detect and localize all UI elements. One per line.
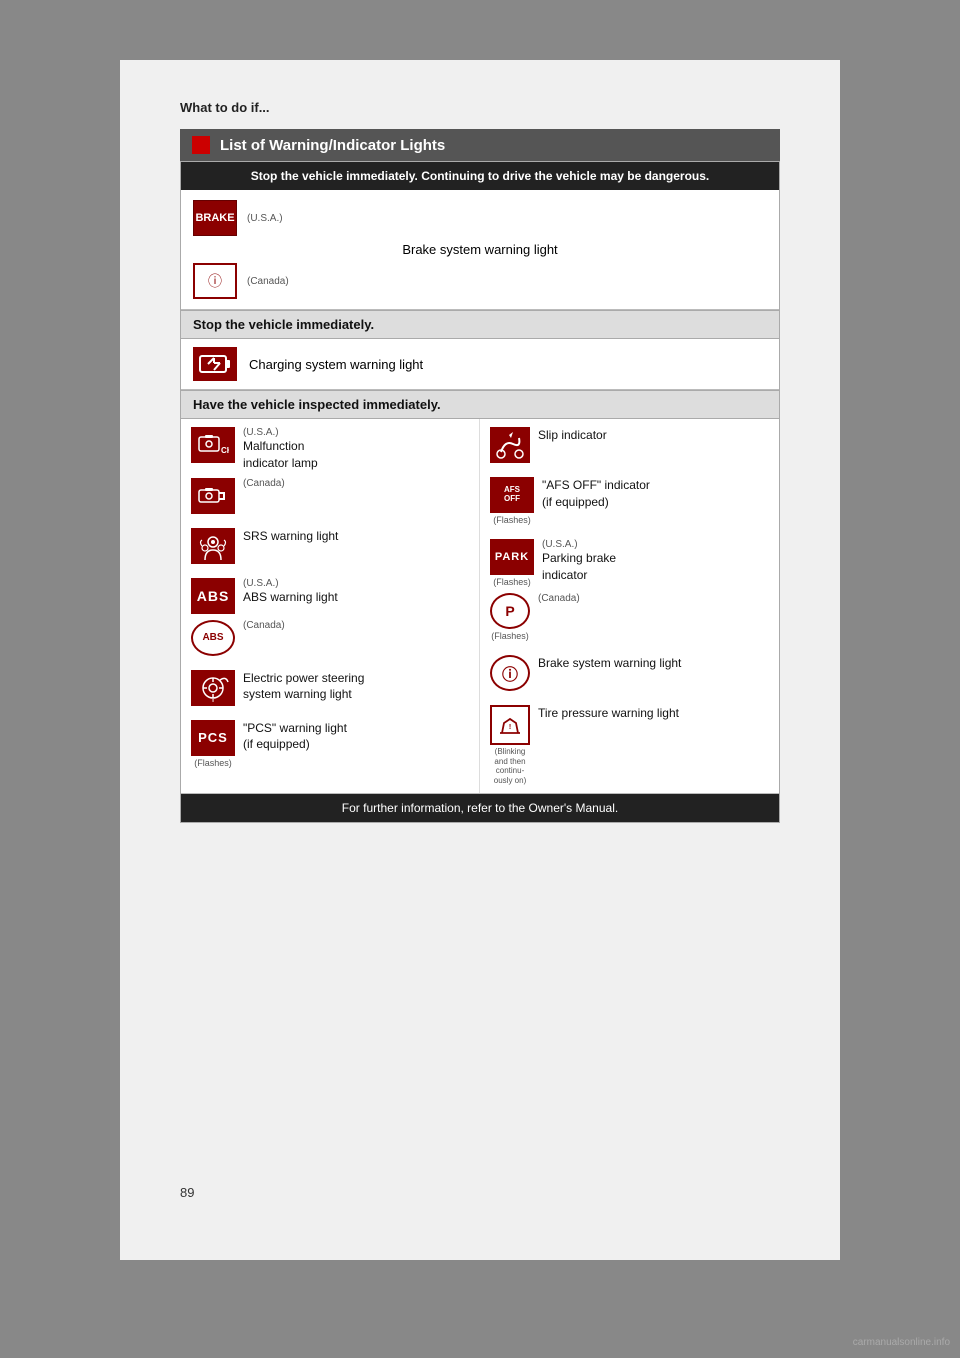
pcs-icon-wrapper: PCS (Flashes) <box>191 720 235 768</box>
park-canada-label: (Canada) <box>538 593 580 604</box>
brake-warn-item: ⓘ Brake system warning light <box>490 655 769 691</box>
brake-canada-label: (Canada) <box>247 276 289 287</box>
brake-canada-row: ⓘ (Canada) <box>193 263 767 299</box>
park-canada-flashes: (Flashes) <box>491 631 529 641</box>
section-label: What to do if... <box>180 100 780 115</box>
afs-icon: AFS OFF <box>490 477 534 513</box>
inspect-right: Slip indicator AFS OFF (Flashes) "AFS OF… <box>480 419 779 793</box>
park-usa-label: (U.S.A.) <box>542 539 616 550</box>
section-header: List of Warning/Indicator Lights <box>180 129 780 161</box>
srs-item: SRS warning light <box>191 528 469 564</box>
brake-usa-label: (U.S.A.) <box>247 213 283 224</box>
brake-warn-label: Brake system warning light <box>538 655 681 672</box>
footer-bar: For further information, refer to the Ow… <box>181 794 779 822</box>
brake-canada-icon: ⓘ <box>193 263 237 299</box>
section-title: List of Warning/Indicator Lights <box>220 137 445 154</box>
afs-flashes: (Flashes) <box>493 515 531 525</box>
tire-sublabel: (Blinking and then continu- ously on) <box>494 747 526 785</box>
brake-usa-row: BRAKE (U.S.A.) <box>193 200 767 236</box>
park-label: Parking brake indicator <box>542 550 616 584</box>
park-canada-wrapper: P (Flashes) <box>490 593 530 641</box>
charging-row: Charging system warning light <box>181 339 779 390</box>
red-box-icon <box>192 136 210 154</box>
charging-icon <box>193 347 237 381</box>
watermark: carmanualsonline.info <box>853 1337 950 1348</box>
danger-notice: Stop the vehicle immediately. Continuing… <box>181 162 779 190</box>
park-usa-wrapper: PARK (Flashes) <box>490 539 534 587</box>
park-canada-icon: P <box>490 593 530 629</box>
brake-usa-icon: BRAKE <box>193 200 237 236</box>
inspect-left: CHECK (U.S.A.) Malfunction indicator lam… <box>181 419 480 793</box>
abs-item: ABS (U.S.A.) ABS warning light ABS (Cana… <box>191 578 469 656</box>
afs-icon-wrapper: AFS OFF (Flashes) <box>490 477 534 525</box>
malfunction-item: CHECK (U.S.A.) Malfunction indicator lam… <box>191 427 469 514</box>
srs-icon <box>191 528 235 564</box>
page-number: 89 <box>180 1185 194 1200</box>
malfunction-text: Malfunction indicator lamp <box>243 438 318 472</box>
malfunction-canada-label: (Canada) <box>243 478 285 489</box>
check-engine-icon: CHECK <box>191 427 235 463</box>
afs-label: "AFS OFF" indicator (if equipped) <box>542 477 650 511</box>
slip-item: Slip indicator <box>490 427 769 463</box>
inspect-heading: Have the vehicle inspected immediately. <box>181 390 779 419</box>
park-item: PARK (Flashes) (U.S.A.) Parking brake in… <box>490 539 769 641</box>
slip-label: Slip indicator <box>538 427 607 444</box>
pcs-label: "PCS" warning light (if equipped) <box>243 720 347 754</box>
pcs-icon: PCS <box>191 720 235 756</box>
svg-text:!: ! <box>509 724 511 731</box>
svg-text:!: ! <box>212 699 214 702</box>
park-usa-icon: PARK <box>490 539 534 575</box>
engine-canada-icon <box>191 478 235 514</box>
slip-icon <box>490 427 530 463</box>
afs-item: AFS OFF (Flashes) "AFS OFF" indicator (i… <box>490 477 769 525</box>
stop-immediate-heading: Stop the vehicle immediately. <box>181 310 779 339</box>
abs-usa-label: (U.S.A.) <box>243 578 338 589</box>
charging-label: Charging system warning light <box>249 357 423 372</box>
tire-icon-wrapper: ! (Blinking and then continu- ously on) <box>490 705 530 785</box>
svg-text:CHECK: CHECK <box>221 446 229 455</box>
page: What to do if... List of Warning/Indicat… <box>120 60 840 1260</box>
park-flashes: (Flashes) <box>493 577 531 587</box>
eps-icon: ! <box>191 670 235 706</box>
pcs-item: PCS (Flashes) "PCS" warning light (if eq… <box>191 720 469 768</box>
tire-label: Tire pressure warning light <box>538 705 679 722</box>
eps-label: Electric power steering system warning l… <box>243 670 364 704</box>
warning-table: Stop the vehicle immediately. Continuing… <box>180 161 780 823</box>
srs-label: SRS warning light <box>243 528 338 545</box>
tire-item: ! (Blinking and then continu- ously on) … <box>490 705 769 785</box>
brake-warn-icon: ⓘ <box>490 655 530 691</box>
brake-section: BRAKE (U.S.A.) Brake system warning ligh… <box>181 190 779 310</box>
tire-icon: ! <box>490 705 530 745</box>
abs-canada-icon: ABS <box>191 620 235 656</box>
inspect-grid: CHECK (U.S.A.) Malfunction indicator lam… <box>181 419 779 794</box>
eps-item: ! Electric power steering system warning… <box>191 670 469 706</box>
abs-label: ABS warning light <box>243 589 338 606</box>
abs-usa-icon: ABS <box>191 578 235 614</box>
malfunction-usa-label: (U.S.A.) <box>243 427 318 438</box>
pcs-flashes: (Flashes) <box>194 758 232 768</box>
abs-canada-label: (Canada) <box>243 620 285 631</box>
brake-label: Brake system warning light <box>193 242 767 257</box>
